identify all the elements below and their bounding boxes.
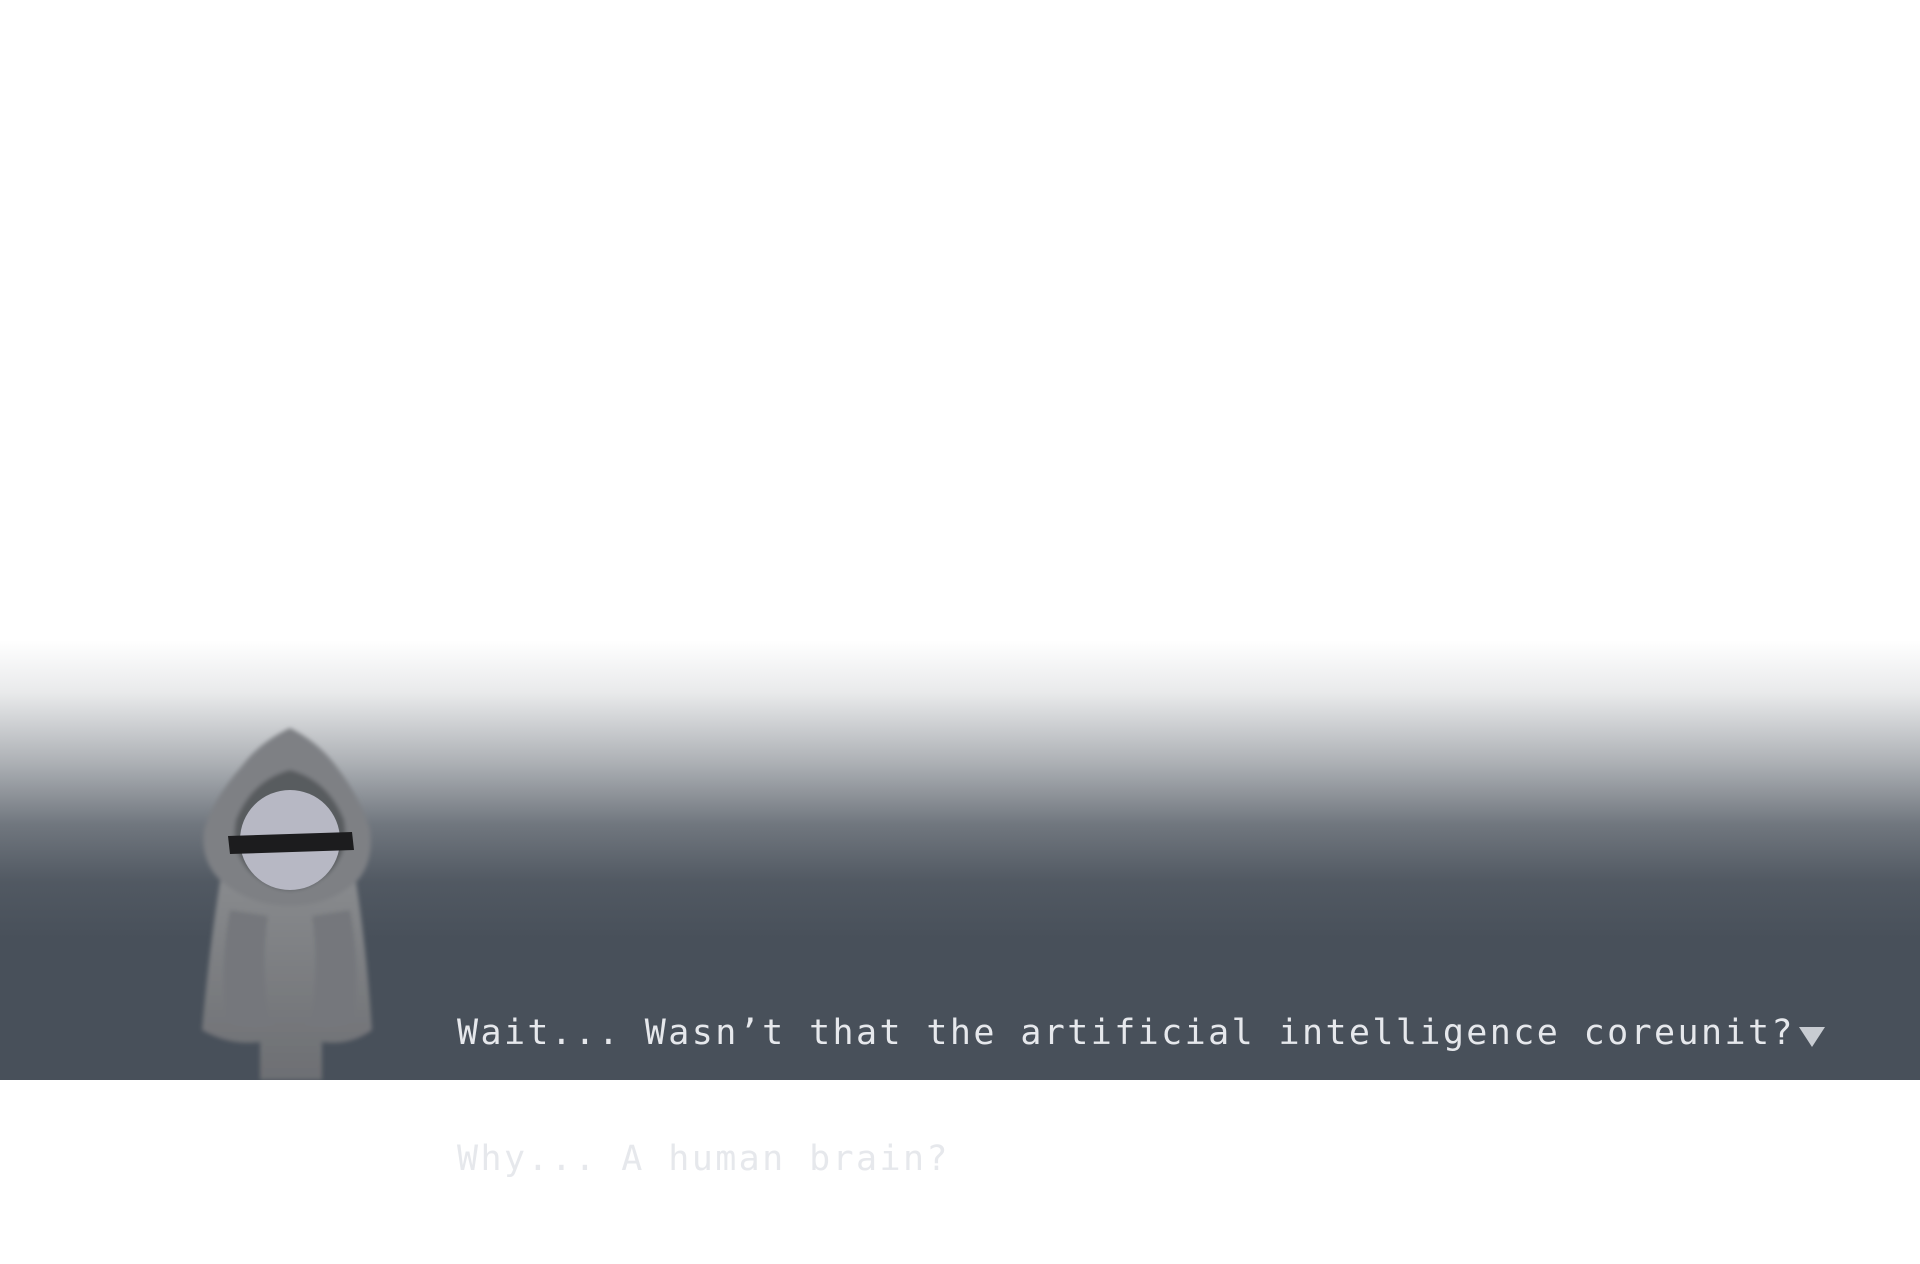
- down-triangle-icon[interactable]: [1798, 1026, 1826, 1048]
- dialog-line: Why... A human brain?: [457, 1139, 950, 1179]
- dialog-text: Wait... Wasn’t that the artificial intel…: [457, 928, 1795, 1264]
- hooded-figure-icon: [190, 720, 390, 1080]
- dialog-line: Wait... Wasn’t that the artificial intel…: [457, 1013, 1795, 1053]
- game-scene[interactable]: Wait... Wasn’t that the artificial intel…: [0, 0, 1920, 1179]
